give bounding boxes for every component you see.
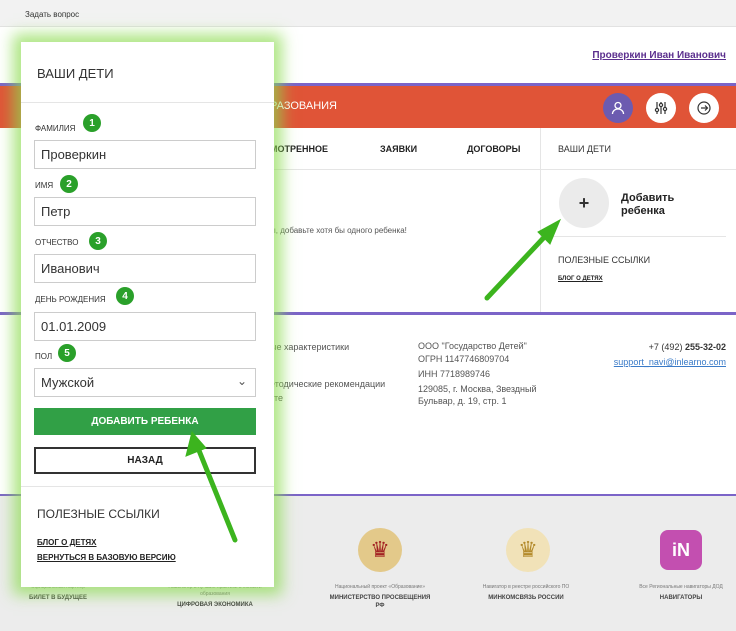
company-address-1: 129085, г. Москва, Звездный (418, 384, 537, 394)
settings-button[interactable] (646, 93, 676, 123)
useful-links-title: ПОЛЕЗНЫЕ ССЫЛКИ (558, 255, 651, 265)
chevron-down-icon: ⌄ (236, 374, 247, 388)
patronymic-label: ОТЧЕСТВО (35, 238, 79, 247)
ask-question-link[interactable]: Задать вопрос (25, 10, 79, 19)
phone-number: +7 (492) 255-32-02 (649, 342, 726, 352)
empty-hint: ы, добавьте хотя бы одного ребенка! (270, 226, 407, 235)
patronymic-input[interactable]: Иванович (34, 254, 256, 283)
partner-minkomsvyaz[interactable]: Навигатор в реестре российского ПО МИНКО… (471, 584, 581, 602)
step-badge: 2 (60, 175, 78, 193)
step-badge: 1 (83, 114, 101, 132)
tab-viewed[interactable]: МОТРЕННОЕ (270, 144, 328, 154)
partner-caption: Национальный проект «Образование» (335, 584, 425, 590)
phone-prefix: +7 (492) (648, 342, 685, 352)
company-ogrn: ОГРН 1147746809704 (418, 354, 510, 364)
partner-name: МИНКОМСВЯЗЬ РОССИИ (488, 595, 564, 601)
logout-button[interactable] (689, 93, 719, 123)
panel-title: ВАШИ ДЕТИ (558, 144, 611, 154)
step-badge: 4 (116, 287, 134, 305)
blog-link[interactable]: БЛОГ О ДЕТЯХ (558, 276, 603, 282)
divider (541, 236, 726, 237)
user-icon (611, 101, 625, 115)
emblem-icon: ♛ (358, 528, 402, 572)
support-email[interactable]: support_navi@inlearno.com (614, 357, 726, 367)
tab-contracts[interactable]: ДОГОВОРЫ (467, 144, 521, 154)
partner-digital-economy[interactable]: Навигатор в лучшие практики в области об… (160, 584, 270, 609)
company-inn: ИНН 7718989746 (418, 369, 491, 379)
first-name-label: ИМЯ (35, 181, 54, 190)
navigator-logo[interactable]: iN (660, 530, 702, 570)
emblem-icon: ♛ (506, 528, 550, 572)
gender-label: ПОЛ (35, 352, 53, 361)
gender-select[interactable]: Мужской ⌄ (34, 368, 256, 397)
children-panel: ВАШИ ДЕТИ + Добавить ребенка ПОЛЕЗНЫЕ СС… (540, 128, 726, 314)
back-button[interactable]: НАЗАД (34, 447, 256, 474)
plus-icon: + (578, 192, 590, 213)
partner-name: ЦИФРОВАЯ ЭКОНОМИКА (177, 602, 253, 608)
profile-button[interactable] (603, 93, 633, 123)
step-badge: 5 (58, 344, 76, 362)
useful-links-title: ПОЛЕЗНЫЕ ССЫЛКИ (37, 507, 160, 521)
gender-value: Мужской (41, 375, 95, 390)
partner-caption: Навигатор в реестре российского ПО (482, 584, 570, 590)
divider (21, 486, 274, 487)
last-name-input[interactable]: Проверкин (34, 140, 256, 169)
banner-title: РАЗОВАНИЯ (270, 100, 337, 112)
last-name-label: ФАМИЛИЯ (35, 124, 76, 133)
blog-link[interactable]: БЛОГ О ДЕТЯХ (37, 538, 97, 547)
top-strip: Задать вопрос (0, 0, 736, 27)
partner-name: НАВИГАТОРЫ (659, 595, 703, 601)
modal-title: ВАШИ ДЕТИ (37, 66, 114, 81)
partner-ministry[interactable]: Национальный проект «Образование» МИНИСТ… (325, 584, 435, 610)
step-badge: 3 (89, 232, 107, 250)
birthday-input[interactable]: 01.01.2009 (34, 312, 256, 341)
logout-icon (697, 101, 711, 115)
partner-name: БИЛЕТ В БУДУЩЕЕ (29, 595, 87, 601)
phone-main: 255-32-02 (684, 342, 726, 352)
add-child-button[interactable]: + (559, 178, 609, 228)
sliders-icon (654, 102, 668, 114)
partner-name: МИНИСТЕРСТВО ПРОСВЕЩЕНИЯ РФ (329, 595, 431, 609)
footer-link-1[interactable]: ые характеристики (270, 341, 349, 353)
first-name-input[interactable]: Петр (34, 197, 256, 226)
add-child-modal: ВАШИ ДЕТИ ФАМИЛИЯ 1 Проверкин ИМЯ 2 Петр… (21, 42, 274, 587)
birthday-label: ДЕНЬ РОЖДЕНИЯ (35, 295, 106, 304)
add-child-submit-button[interactable]: ДОБАВИТЬ РЕБЕНКА (34, 408, 256, 435)
tab-applications[interactable]: ЗАЯВКИ (380, 144, 417, 154)
partner-caption: Все Региональные навигаторы ДОД (639, 584, 723, 590)
divider (21, 102, 274, 103)
user-name-link[interactable]: Проверкин Иван Иванович (592, 50, 726, 61)
footer-link-2[interactable]: етодические рекомендации (270, 378, 385, 390)
company-address-2: Бульвар, д. 19, стр. 1 (418, 396, 507, 406)
company-name: ООО "Государство Детей" (418, 341, 527, 351)
add-child-label[interactable]: Добавить ребенка (621, 192, 691, 218)
base-version-link[interactable]: ВЕРНУТЬСЯ В БАЗОВУЮ ВЕРСИЮ (37, 553, 176, 562)
partner-navigators[interactable]: Все Региональные навигаторы ДОД НАВИГАТО… (626, 584, 736, 602)
